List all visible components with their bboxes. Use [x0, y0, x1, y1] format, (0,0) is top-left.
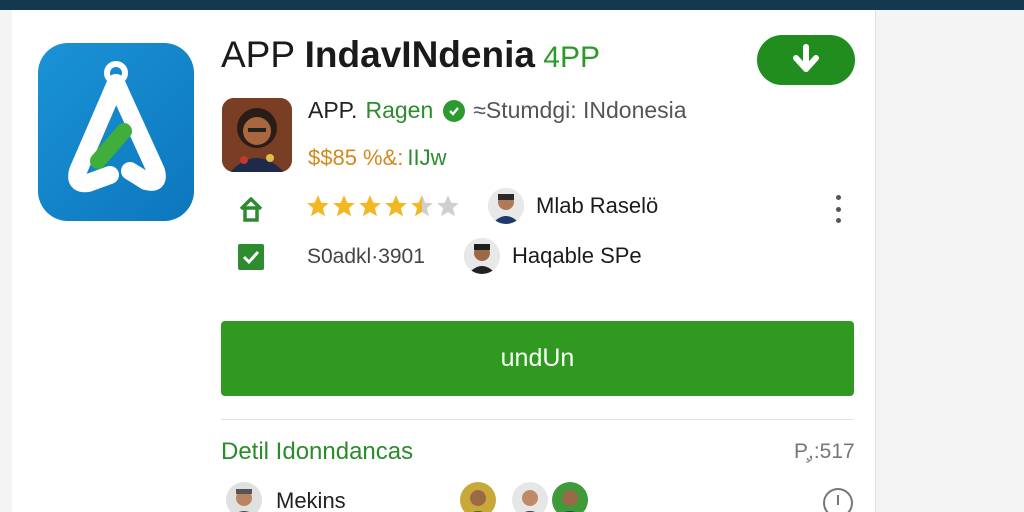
person-item[interactable]: Haqable SPe	[464, 238, 642, 274]
download-icon-button[interactable]	[757, 35, 855, 85]
clock-icon[interactable]	[823, 488, 853, 512]
person-item[interactable]: Mlab Raselö	[488, 188, 658, 224]
reviewer-avatar[interactable]	[512, 482, 548, 512]
app-title: APP IndavINdenia 4PP	[221, 34, 600, 76]
app-logo-icon[interactable]	[38, 43, 194, 221]
star-icon	[385, 195, 407, 217]
price-line: $$85 %&: IIJw	[308, 145, 447, 171]
divider	[221, 419, 854, 420]
developer-avatar[interactable]	[222, 98, 292, 172]
rating-stars	[305, 193, 461, 219]
reviewer-avatar[interactable]	[552, 482, 588, 512]
app-price: $$85 %&:	[308, 145, 404, 170]
person-avatar	[488, 188, 524, 224]
details-count: P̧,:517	[794, 440, 855, 463]
kebab-menu-icon[interactable]	[832, 195, 844, 223]
details-title[interactable]: Detil Idonndancas	[221, 438, 413, 466]
star-half-icon	[411, 195, 433, 217]
top-bar	[0, 0, 1024, 10]
star-icon	[359, 195, 381, 217]
app-stat: S0adkl·3901	[307, 245, 425, 268]
title-suffix: 4PP	[534, 41, 600, 74]
reviewer-name: Mekins	[276, 488, 346, 512]
star-icon	[333, 195, 355, 217]
star-icon	[307, 195, 329, 217]
download-button[interactable]: undUn	[221, 321, 854, 396]
reviewer-avatar[interactable]	[460, 482, 496, 512]
home-icon[interactable]	[237, 195, 265, 223]
developer-link[interactable]: Ragen	[365, 97, 433, 124]
developer-prefix: APP.	[308, 97, 358, 123]
title-prefix: APP	[221, 34, 305, 75]
person-avatar	[464, 238, 500, 274]
person-name: Haqable SPe	[512, 243, 642, 268]
checkbox-icon[interactable]	[237, 243, 265, 271]
star-empty-icon	[437, 195, 459, 217]
verified-icon	[443, 99, 466, 122]
developer-line: APP. Ragen ≈Stumdgi: INdonesia	[308, 97, 687, 124]
person-name: Mlab Raselö	[536, 193, 659, 218]
app-card: APP IndavINdenia 4PP APP. Ragen ≈Stumdgi…	[12, 10, 876, 512]
reviewer-avatar[interactable]	[226, 482, 262, 512]
title-main: IndavINdenia	[304, 34, 535, 75]
app-size: IIJw	[407, 145, 447, 170]
developer-location: ≈Stumdgi: INdonesia	[473, 97, 687, 123]
download-icon	[793, 44, 819, 72]
